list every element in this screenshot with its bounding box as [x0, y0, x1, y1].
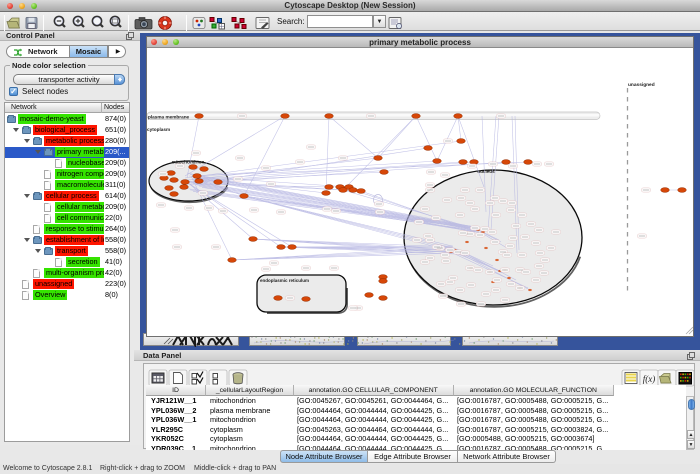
svg-text:mitochondrion: mitochondrion	[172, 160, 205, 165]
svg-text:unassigned: unassigned	[628, 82, 655, 88]
svg-text:plasma membrane: plasma membrane	[148, 115, 190, 120]
svg-text:cytoplasm: cytoplasm	[147, 127, 170, 132]
svg-text:endoplasmic reticulum: endoplasmic reticulum	[260, 278, 309, 283]
svg-text:f(x): f(x)	[643, 374, 656, 384]
